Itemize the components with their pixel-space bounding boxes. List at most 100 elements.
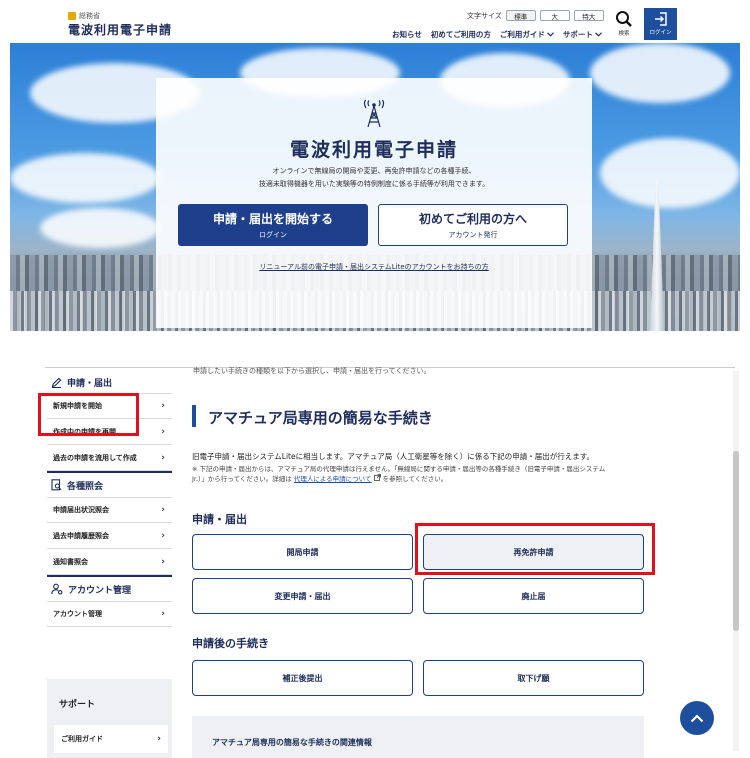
sidebar: 申請・届出 新規申請を開始 › 作成中の申請を再開 › 過去の申請を流用して作成… [38, 371, 172, 758]
main-content: アマチュア局専用の簡易な手続き 旧電子申請・届出システムLiteに相当します。ア… [182, 371, 722, 758]
pencil-icon [51, 377, 62, 388]
sidebar-section-application: 申請・届出 [47, 371, 172, 393]
chevron-up-icon [690, 713, 704, 722]
start-application-title: 申請・届出を開始する [212, 212, 333, 226]
top-nav: お知らせ 初めてご利用の方 ご利用ガイド サポート [392, 29, 602, 40]
chevron-right-icon: › [161, 505, 165, 515]
proxy-note: ※ 下記の申請・届出からは、アマチュア局の代理申請は行えません。「無線局に関する… [192, 464, 712, 484]
sidebar-item-account-management[interactable]: アカウント管理 › [47, 601, 172, 627]
sidebar-item-history-inquiry[interactable]: 過去申請履歴照会 › [47, 523, 172, 549]
sidebar-item-label: 通知書照会 [53, 557, 88, 566]
sidebar-item-status-inquiry[interactable]: 申請届出状況照会 › [47, 497, 172, 523]
chevron-right-icon: › [157, 734, 161, 744]
login-button[interactable]: ログイン [644, 8, 677, 40]
chevron-right-icon: › [161, 556, 165, 567]
hero-desc-line2: 技適未取得機器を用いた実験等の特例制度に係る手続等が利用できます。 [258, 180, 490, 188]
hero-description: オンラインで無線局の開局や変更、再免許申請などの各種手続、 技適未取得機器を用い… [156, 165, 592, 191]
login-label: ログイン [649, 30, 672, 36]
lite-account-link[interactable]: リニューアル前の電子申請・届出システムLiteのアカウントをお持ちの方 [156, 262, 592, 272]
proxy-note-line1: ※ 下記の申請・届出からは、アマチュア局の代理申請は行えません。「無線局に関する… [192, 465, 606, 473]
sidebar-item-label: 申請届出状況照会 [53, 506, 109, 514]
first-time-user-button[interactable]: 初めてご利用の方へ アカウント発行 [378, 204, 568, 246]
support-title: サポート [59, 700, 96, 710]
page-title: アマチュア局専用の簡易な手続き [208, 409, 433, 427]
sidebar-section-account: アカウント管理 [47, 575, 172, 601]
first-time-user-sub: アカウント発行 [448, 231, 498, 239]
new-station-button[interactable]: 開局申請 [192, 534, 413, 570]
related-info-panel: アマチュア局専用の簡易な手続きの関連情報 [192, 716, 644, 758]
sidebar-item-label: 過去の申請を流用して作成 [53, 453, 137, 462]
cloud-decoration [590, 43, 730, 103]
proxy-note-text-b: を参照してください。 [382, 475, 448, 483]
proxy-application-link[interactable]: 代理人による申請について [294, 475, 372, 483]
text-size-selector: 文字サイズ 標準 大 特大 [467, 10, 604, 21]
first-time-user-title: 初めてご利用の方へ [418, 212, 527, 226]
document-search-icon [51, 479, 62, 491]
nav-guide[interactable]: ご利用ガイド [500, 29, 554, 40]
chevron-right-icon: › [161, 530, 165, 541]
nav-guide-label: ご利用ガイド [499, 30, 545, 39]
page-description: 旧電子申請・届出システムLiteに相当します。アマチュア局（人工衛星等を除く）に… [192, 452, 594, 461]
chevron-right-icon: › [161, 609, 165, 619]
scrollbar[interactable] [733, 371, 739, 751]
text-size-large[interactable]: 大 [539, 10, 570, 21]
sidebar-item-notice-inquiry[interactable]: 通知書照会 › [47, 549, 172, 575]
chevron-right-icon: › [161, 401, 165, 411]
support-panel: サポート ご利用ガイド › [47, 679, 172, 758]
proxy-note-text-a: Jr.）」から行ってください。詳細は [192, 475, 292, 483]
chevron-down-icon [594, 32, 602, 37]
hero-banner: 電波利用電子申請 オンラインで無線局の開局や変更、再免許申請などの各種手続、 技… [10, 43, 740, 331]
text-size-xlarge[interactable]: 特大 [573, 10, 604, 21]
cloud-decoration [10, 153, 160, 203]
withdrawal-button[interactable]: 取下げ願 [423, 660, 644, 696]
ministry-mark-icon [68, 12, 76, 20]
correction-submit-button[interactable]: 補正後提出 [192, 660, 413, 696]
title-accent-bar [192, 405, 196, 427]
sidebar-item-reuse-past[interactable]: 過去の申請を流用して作成 › [47, 445, 172, 471]
text-size-standard[interactable]: 標準 [505, 10, 536, 21]
abolition-notice-button[interactable]: 廃止届 [423, 578, 644, 614]
login-icon [654, 12, 667, 26]
sidebar-item-label: アカウント管理 [53, 610, 102, 618]
nav-first-time-label: 初めてご利用の方 [430, 30, 491, 39]
chevron-right-icon: › [161, 426, 165, 437]
scrollbar-thumb[interactable] [733, 451, 739, 631]
chevron-down-icon [546, 32, 554, 37]
sidebar-section-application-title: 申請・届出 [67, 378, 113, 389]
highlight-box [38, 393, 139, 436]
radio-tower-icon [363, 100, 385, 128]
related-info-title: アマチュア局専用の簡易な手続きの関連情報 [212, 738, 372, 747]
nav-news[interactable]: お知らせ [392, 29, 422, 40]
highlight-box [415, 523, 655, 575]
nav-news-label: お知らせ [392, 30, 422, 39]
hero-title: 電波利用電子申請 [289, 139, 458, 161]
search-button[interactable]: 検索 [612, 10, 636, 38]
change-application-button[interactable]: 変更申請・届出 [192, 578, 413, 614]
start-application-button[interactable]: 申請・届出を開始する ログイン [178, 204, 368, 246]
search-label: 検索 [618, 31, 630, 37]
section-application-title: 申請・届出 [192, 513, 247, 526]
cloud-decoration [40, 208, 160, 248]
ministry-name: 総務省 [79, 12, 100, 20]
back-to-top-button[interactable] [680, 701, 714, 735]
sidebar-section-inquiry-title: 各種照会 [67, 481, 104, 492]
sidebar-section-account-title: アカウント管理 [68, 585, 132, 596]
hero-desc-line1: オンラインで無線局の開局や変更、再免許申請などの各種手続、 [272, 167, 476, 175]
start-application-sub: ログイン [259, 231, 287, 239]
nav-support[interactable]: サポート [563, 29, 602, 40]
nav-support-label: サポート [562, 30, 593, 39]
chevron-right-icon: › [161, 452, 165, 463]
external-link-icon [373, 474, 381, 481]
site-title[interactable]: 電波利用電子申請 [68, 21, 172, 38]
proxy-note-line2: Jr.）」から行ってください。詳細は 代理人による申請について を参照してくださ… [192, 474, 712, 484]
top-screenshot: 総務省 電波利用電子申請 文字サイズ 標準 大 特大 お知らせ 初めてご利用の方… [0, 0, 750, 332]
hero-card: 電波利用電子申請 オンラインで無線局の開局や変更、再免許申請などの各種手続、 技… [156, 78, 592, 328]
nav-first-time[interactable]: 初めてご利用の方 [431, 29, 491, 40]
ministry-logo: 総務省 [68, 11, 100, 21]
sidebar-section-inquiry: 各種照会 [47, 471, 172, 497]
site-header: 総務省 電波利用電子申請 文字サイズ 標準 大 特大 お知らせ 初めてご利用の方… [0, 0, 750, 42]
sidebar-item-label: 過去申請履歴照会 [53, 531, 109, 540]
bottom-screenshot: 申請したい手続きの種類を以下から選択し、申請・届出を行ってください。 申請・届出… [0, 363, 750, 758]
search-icon [616, 11, 632, 27]
sidebar-item-user-guide[interactable]: ご利用ガイド › [54, 725, 168, 753]
